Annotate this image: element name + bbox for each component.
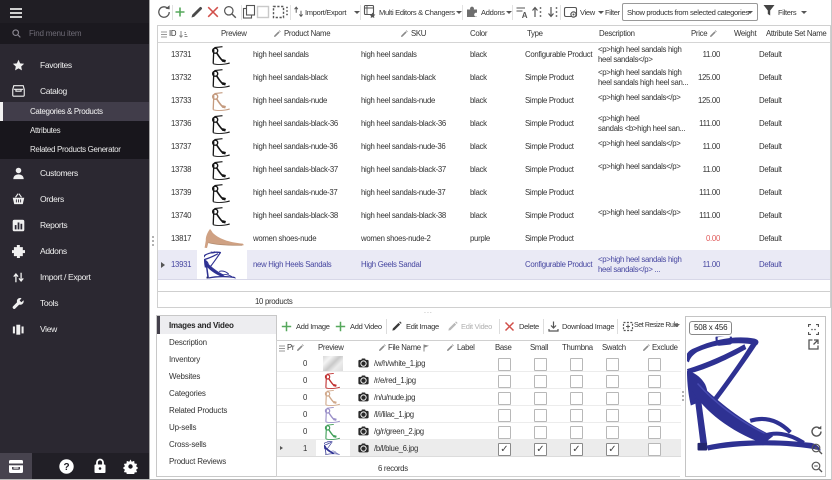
svg-text:?: ? bbox=[63, 462, 69, 473]
svg-text:A: A bbox=[522, 11, 528, 20]
